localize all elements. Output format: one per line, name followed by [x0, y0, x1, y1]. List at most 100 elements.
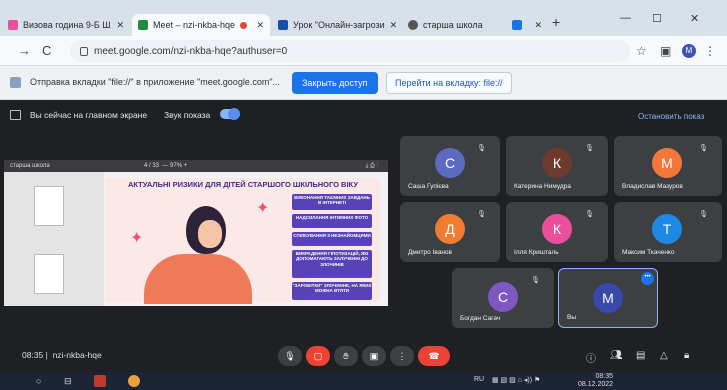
avatar: Т [652, 214, 682, 244]
meet-area: Вы сейчас на главном экране Звук показа … [0, 100, 727, 372]
tab-favicon [512, 20, 522, 30]
risk-box: СПІЛКУВАННЯ З НЕЗНАЙОМЦЯМИ [292, 232, 372, 246]
people-icon[interactable]: 👥︎ [610, 350, 623, 361]
tab-starsha-shkola[interactable]: старша школа [402, 14, 506, 36]
sparkle-icon: ✦ [130, 230, 144, 247]
leave-call-button[interactable]: ☎ [418, 346, 450, 366]
camera-off-button[interactable]: ▢ [306, 346, 330, 366]
mic-off-icon: 🎙︎ [531, 277, 540, 284]
app-icon[interactable] [94, 375, 106, 387]
infobar-text: Отправка вкладки "file://" в приложение … [30, 77, 281, 87]
side-panel-icon[interactable]: ▣ [660, 44, 671, 58]
screen: { "browser": { "tabs": [ {"label": "Визо… [0, 0, 727, 390]
pdf-actions: ⤓ ⎙ ⋮ [365, 163, 378, 169]
language-indicator[interactable]: RU [474, 376, 484, 383]
page-thumbnail[interactable] [34, 254, 64, 294]
raise-hand-button[interactable]: ✋︎ [334, 346, 358, 366]
pdf-toolbar: старша школа 4 / 33 — 97% + ⤓ ⎙ ⋮ [4, 160, 388, 172]
chrome-icon[interactable] [128, 375, 140, 387]
thumbnail-panel [4, 172, 104, 306]
tab-label: Meet – nzi-nkba-hqe [153, 20, 236, 30]
task-view-icon[interactable]: ⊟ [64, 376, 72, 387]
windows-taskbar: ○ ⊟ RU ▦ ▧ ▨ ⌂ ◂)) ⚑ 08:35 08.12.2022 [0, 372, 727, 390]
present-button[interactable]: ▣ [362, 346, 386, 366]
participant-tile[interactable]: К 🎙︎ Катерина Нимудра [506, 136, 608, 196]
mic-off-icon: 🎙︎ [585, 145, 594, 152]
participant-name: Владислав Мазуров [622, 183, 683, 190]
profile-avatar[interactable]: M [682, 44, 696, 58]
tab-favicon [408, 20, 418, 30]
risk-box: ВИКОНАННЯ ТАЄМНИХ ЗАВДАНЬ В ІНТЕРНЕТІ [292, 194, 372, 210]
girl-illustration-face [198, 220, 222, 248]
sparkle-icon: ✦ [256, 200, 270, 217]
more-options-button[interactable]: ⋮ [390, 346, 414, 366]
avatar: С [435, 148, 465, 178]
participant-tile[interactable]: Т 🎙︎ Максим Ткаченко [614, 202, 722, 262]
mic-off-icon: 🎙︎ [699, 211, 708, 218]
tab-extra[interactable]: ✕ [506, 14, 548, 36]
avatar: С [488, 282, 518, 312]
meet-control-bar: 08:35 | nzi-nkba-hqe 🎙︎ ▢ ✋︎ ▣ ⋮ ☎ ⓘ 👥︎ … [0, 338, 727, 372]
mic-off-icon: 🎙︎ [477, 145, 486, 152]
switch-tab-button[interactable]: Перейти на вкладку: file:// [386, 72, 512, 94]
avatar: М [593, 283, 623, 313]
back-icon[interactable]: → [18, 43, 31, 58]
menu-icon[interactable]: ⋮ [704, 44, 716, 58]
tab-label: Урок "Онлайн-загрози [293, 20, 385, 30]
maximize-icon[interactable]: ☐ [652, 12, 662, 25]
tab-meet[interactable]: Meet – nzi-nkba-hqe ✕ [132, 14, 270, 36]
url-field[interactable]: meet.google.com/nzi-nkba-hqe?authuser=0 [70, 40, 630, 62]
presenting-text: Вы сейчас на главном экране [30, 110, 148, 120]
avatar: К [542, 214, 572, 244]
participant-name: Максим Ткаченко [622, 249, 675, 256]
avatar: М [652, 148, 682, 178]
page-indicator: 4 / 33 — 97% + [144, 163, 188, 169]
meeting-info: 08:35 | nzi-nkba-hqe [22, 350, 102, 360]
sound-toggle[interactable] [220, 108, 240, 120]
chat-icon[interactable]: ▤ [636, 350, 645, 361]
recording-dot-icon [240, 21, 248, 29]
participant-tile[interactable]: Д 🎙︎ Дмитро Іванов [400, 202, 500, 262]
mic-off-icon: 🎙︎ [477, 211, 486, 218]
mic-button[interactable]: 🎙︎ [278, 346, 302, 366]
close-icon[interactable]: ✕ [390, 20, 398, 31]
presenting-bar: Вы сейчас на главном экране Звук показа … [0, 104, 727, 126]
more-options-icon[interactable]: ••• [641, 272, 654, 285]
close-window-icon[interactable]: ✕ [690, 12, 699, 25]
minimize-icon[interactable]: — [620, 12, 631, 24]
participant-tile[interactable]: К 🎙︎ Ілля Кришталь [506, 202, 608, 262]
tray-icons[interactable]: ▦ ▧ ▨ ⌂ ◂)) ⚑ [492, 376, 540, 384]
participant-name: Дмитро Іванов [408, 249, 452, 256]
doc-name: старша школа [10, 163, 50, 169]
close-icon[interactable]: ✕ [256, 20, 264, 31]
tab-vyzova[interactable]: Визова година 9-Б Ш ✕ [2, 14, 130, 36]
activities-icon[interactable]: △ [660, 350, 668, 361]
info-icon[interactable]: ⓘ [586, 350, 596, 365]
participant-tile[interactable]: М 🎙︎ Владислав Мазуров [614, 136, 722, 196]
self-tile[interactable]: М ••• Вы [558, 268, 658, 328]
url-text: meet.google.com/nzi-nkba-hqe?authuser=0 [94, 45, 288, 57]
stop-presenting-link[interactable]: Остановить показ [638, 112, 704, 121]
new-tab-icon[interactable]: + [552, 14, 560, 30]
tab-favicon [278, 20, 288, 30]
star-icon[interactable]: ☆ [636, 44, 647, 58]
page-thumbnail[interactable] [34, 186, 64, 226]
tab-urok[interactable]: Урок "Онлайн-загрози ✕ [272, 14, 400, 36]
clock[interactable]: 08:35 08.12.2022 [578, 373, 613, 389]
slide-page: АКТУАЛЬНІ РИЗИКИ ДЛЯ ДІТЕЙ СТАРШОГО ШКІЛ… [106, 178, 380, 304]
reload-icon[interactable]: C [42, 43, 51, 58]
shared-screen: старша школа 4 / 33 — 97% + ⤓ ⎙ ⋮ АКТУАЛ… [4, 160, 388, 306]
girl-illustration-body [144, 254, 252, 304]
stop-sharing-button[interactable]: Закрыть доступ [292, 72, 378, 94]
mic-off-icon: 🎙︎ [585, 211, 594, 218]
participant-tile[interactable]: С 🎙︎ Саша Гупієва [400, 136, 500, 196]
participant-name: Саша Гупієва [408, 183, 449, 190]
lock-icon[interactable]: 🔒︎ [684, 350, 689, 361]
tab-label: старша школа [423, 20, 483, 30]
participant-tile[interactable]: С 🎙︎ Богдан Сагач [452, 268, 554, 328]
close-icon[interactable]: ✕ [116, 20, 124, 31]
sharing-infobar: Отправка вкладки "file://" в приложение … [0, 66, 727, 100]
close-icon[interactable]: ✕ [534, 20, 542, 31]
search-icon[interactable]: ○ [36, 376, 41, 386]
participant-name: Ілля Кришталь [514, 249, 559, 256]
